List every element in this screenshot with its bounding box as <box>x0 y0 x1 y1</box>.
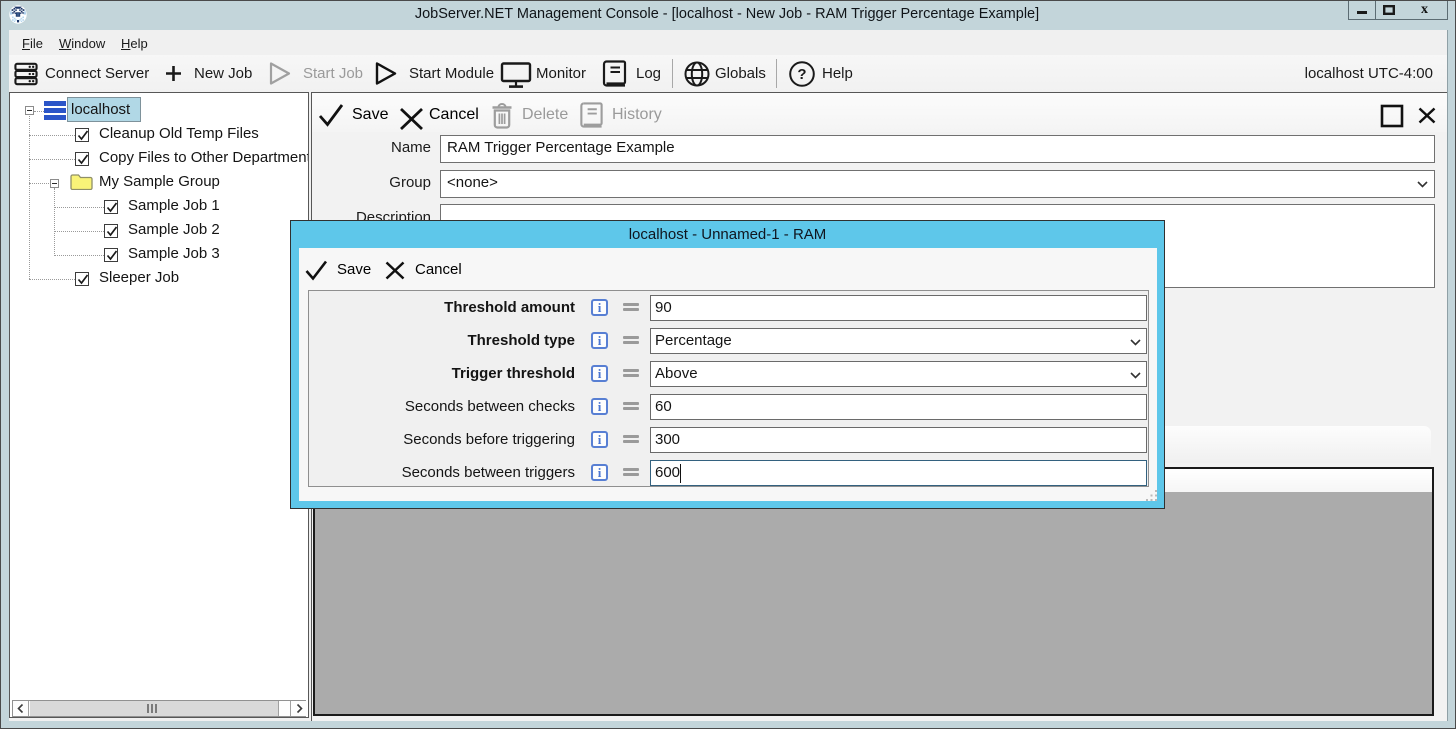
svg-text:?: ? <box>797 66 806 83</box>
